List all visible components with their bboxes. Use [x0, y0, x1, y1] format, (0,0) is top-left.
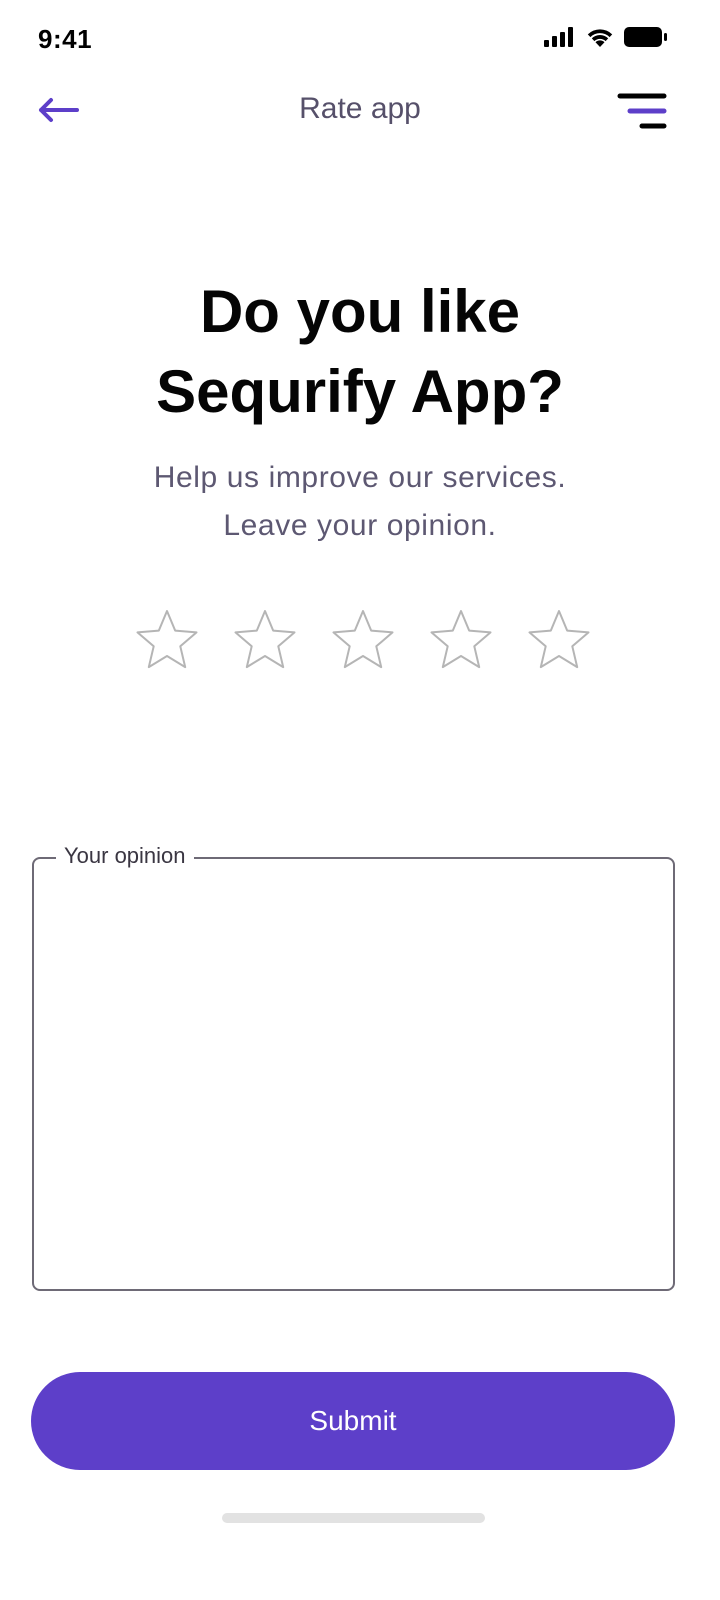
star-outline-icon	[332, 610, 394, 669]
page-title: Rate app	[299, 92, 421, 125]
opinion-textarea[interactable]	[50, 883, 657, 1273]
battery-icon	[624, 26, 668, 48]
status-icons	[544, 26, 668, 48]
opinion-label: Your opinion	[56, 843, 194, 869]
top-app-bar: Rate app	[0, 80, 720, 144]
star-1-button[interactable]	[133, 608, 201, 676]
rating-subtitle: Help us improve our services. Leave your…	[60, 454, 660, 550]
star-outline-icon	[528, 610, 590, 669]
cellular-signal-icon	[544, 27, 576, 47]
subtitle-line-2: Leave your opinion.	[223, 509, 497, 542]
star-rating	[0, 608, 720, 676]
home-indicator	[222, 1513, 485, 1523]
submit-button[interactable]: Submit	[31, 1372, 675, 1470]
opinion-field: Your opinion	[32, 843, 675, 1291]
subtitle-line-1: Help us improve our services.	[153, 461, 567, 494]
wifi-icon	[586, 26, 614, 48]
star-outline-icon	[430, 610, 492, 669]
headline-line-2: Sequrify App?	[156, 358, 564, 425]
rate-app-screen: 9:41 Rate app Do you like Sequrify App? …	[0, 0, 720, 1600]
star-4-button[interactable]	[427, 608, 495, 676]
headline-line-1: Do you like	[199, 278, 521, 345]
star-3-button[interactable]	[329, 608, 397, 676]
star-2-button[interactable]	[231, 608, 299, 676]
star-outline-icon	[136, 610, 198, 669]
star-outline-icon	[234, 610, 296, 669]
status-time: 9:41	[38, 24, 93, 54]
star-5-button[interactable]	[525, 608, 593, 676]
status-bar: 9:41	[0, 0, 720, 80]
menu-button[interactable]	[616, 92, 668, 132]
rating-headline: Do you like Sequrify App?	[60, 272, 660, 432]
menu-icon	[616, 93, 668, 136]
